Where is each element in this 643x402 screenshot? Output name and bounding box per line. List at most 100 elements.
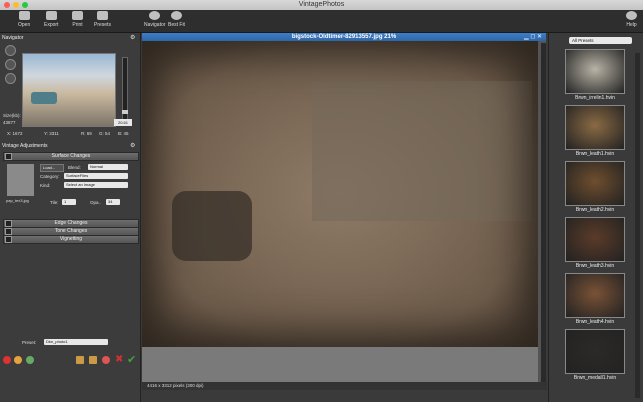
navigator-icon bbox=[149, 11, 161, 20]
zoom-slider[interactable] bbox=[122, 57, 128, 121]
left-panel: Navigator ⚙ 20.61 Size(kb): 43877 X: 167… bbox=[0, 33, 141, 402]
value-b: B: 45 bbox=[118, 131, 129, 136]
delete-preset-icon[interactable] bbox=[102, 356, 110, 364]
zoom-window-button[interactable] bbox=[22, 2, 28, 8]
rotate-left-icon[interactable] bbox=[5, 45, 16, 56]
category-select[interactable]: SurfaceFiles bbox=[64, 173, 128, 179]
preset-name: Brwn_irrelin1.hvin bbox=[575, 95, 615, 101]
surface-changes-header[interactable]: Surface Changes bbox=[3, 152, 139, 161]
close-window-button[interactable] bbox=[4, 2, 10, 8]
vignetting-label: Vignetting bbox=[59, 236, 83, 242]
preset-item[interactable]: Brwn_medall1.hvin bbox=[565, 329, 625, 381]
help-button[interactable]: Help bbox=[626, 11, 637, 28]
open-button[interactable]: Open bbox=[18, 11, 30, 28]
surface-changes-label: Surface Changes bbox=[51, 153, 91, 159]
preset-name: Brwn_leath3.hvin bbox=[575, 263, 615, 269]
image-canvas[interactable] bbox=[142, 41, 538, 390]
print-button[interactable]: Print bbox=[72, 11, 83, 28]
preset-thumbnail[interactable] bbox=[565, 273, 625, 318]
value-r: R: 69 bbox=[81, 131, 92, 136]
adjustments-options-icon[interactable]: ⚙ bbox=[130, 142, 135, 149]
document-title: bigstock-Oldtimer-82913557.jpg 21% bbox=[142, 33, 546, 41]
favorites-icon[interactable] bbox=[26, 356, 34, 364]
open-label: Open bbox=[18, 22, 31, 28]
navigator-label: Navigator bbox=[144, 22, 166, 28]
window-title: VintagePhotos bbox=[298, 1, 345, 8]
preset-item[interactable]: Brwn_leath3.hvin bbox=[565, 217, 625, 269]
edge-changes-checkbox[interactable] bbox=[5, 220, 12, 227]
tone-changes-checkbox[interactable] bbox=[5, 228, 12, 235]
surface-changes-checkbox[interactable] bbox=[5, 153, 12, 160]
preset-name: Brwn_leath2.hvin bbox=[575, 207, 615, 213]
help-label: Help bbox=[626, 22, 637, 28]
tile-input[interactable]: 1 bbox=[62, 199, 76, 205]
preset-filter-select[interactable]: All Presets bbox=[569, 37, 632, 44]
load-preset-icon[interactable] bbox=[89, 356, 97, 364]
coord-y: Y: 3311 bbox=[44, 131, 59, 136]
load-button[interactable]: Load... bbox=[40, 164, 64, 172]
preset-item[interactable]: Brwn_irrelin1.hvin bbox=[565, 49, 625, 101]
preset-name: Brwn_leath4.hvin bbox=[575, 319, 615, 325]
document-window: bigstock-Oldtimer-82913557.jpg 21% ▁ ◻ ✕ bbox=[142, 33, 546, 390]
presets-scrollbar[interactable] bbox=[635, 53, 640, 398]
navigator-button[interactable]: Navigator bbox=[144, 11, 165, 28]
vintage-photo[interactable] bbox=[142, 41, 538, 347]
best-fit-label: Best Fit bbox=[168, 22, 185, 28]
best-fit-button[interactable]: Best Fit bbox=[168, 11, 185, 28]
presets-button[interactable]: Presets bbox=[94, 11, 111, 28]
photo-vignette bbox=[142, 41, 538, 347]
preset-label: Preset: bbox=[22, 340, 37, 345]
navigator-options-icon[interactable]: ⚙ bbox=[130, 34, 135, 41]
zoom-slider-handle[interactable] bbox=[122, 110, 128, 114]
preset-thumbnail[interactable] bbox=[565, 217, 625, 262]
preset-thumbnail[interactable] bbox=[565, 329, 625, 374]
category-label: Category: bbox=[40, 174, 60, 179]
vintage-adjustments-title: Vintage Adjustments bbox=[2, 143, 48, 149]
print-icon bbox=[72, 11, 83, 20]
rotate-right-icon[interactable] bbox=[5, 59, 16, 70]
tone-changes-label: Tone Changes bbox=[54, 228, 88, 234]
blend-select[interactable]: Normal bbox=[88, 164, 128, 170]
preset-item[interactable]: Brwn_leath4.hvin bbox=[565, 273, 625, 325]
cancel-icon[interactable]: ✖ bbox=[115, 354, 123, 365]
navigator-thumbnail[interactable] bbox=[22, 53, 116, 127]
export-label: Export bbox=[44, 22, 59, 28]
coord-x: X: 1672 bbox=[7, 131, 23, 136]
blend-label: Blend: bbox=[68, 165, 81, 170]
reset-icon[interactable] bbox=[3, 356, 11, 364]
preset-thumbnail[interactable] bbox=[565, 105, 625, 150]
size-value: 43877 bbox=[3, 120, 16, 125]
toolbar: Open Export Print Presets Navigator Best… bbox=[0, 10, 643, 33]
tile-label: Tile: bbox=[50, 200, 59, 205]
best-fit-icon bbox=[170, 11, 182, 20]
random-icon[interactable] bbox=[14, 356, 22, 364]
navigator-title: Navigator bbox=[2, 35, 24, 41]
preset-select[interactable]: Dkn_photo1 bbox=[44, 339, 108, 345]
size-label: Size(kb): bbox=[3, 113, 21, 118]
presets-label: Presets bbox=[94, 22, 111, 28]
texture-filename: pap_tex3.jpg bbox=[6, 198, 29, 203]
save-preset-icon[interactable] bbox=[76, 356, 84, 364]
export-icon bbox=[45, 11, 57, 20]
preset-item[interactable]: Brwn_leath2.hvin bbox=[565, 161, 625, 213]
texture-thumbnail[interactable] bbox=[7, 164, 34, 196]
apply-icon[interactable]: ✔ bbox=[127, 353, 136, 366]
preset-thumbnail[interactable] bbox=[565, 49, 625, 94]
minimize-window-button[interactable] bbox=[13, 2, 19, 8]
preset-thumbnail[interactable] bbox=[565, 161, 625, 206]
presets-panel: All Presets Brwn_irrelin1.hvin Brwn_leath… bbox=[548, 33, 643, 402]
document-window-controls-icon[interactable]: ▁ ◻ ✕ bbox=[524, 33, 542, 40]
canvas-scrollbar[interactable] bbox=[541, 43, 546, 383]
zoom-value[interactable]: 20.61 bbox=[114, 119, 132, 126]
vignetting-checkbox[interactable] bbox=[5, 236, 12, 243]
vignetting-header[interactable]: Vignetting bbox=[3, 235, 139, 244]
kind-select[interactable]: Select an Image bbox=[64, 182, 128, 188]
preset-name: Brwn_medall1.hvin bbox=[573, 375, 617, 381]
export-button[interactable]: Export bbox=[44, 11, 58, 28]
preset-item[interactable]: Brwn_leath1.hvin bbox=[565, 105, 625, 157]
open-icon bbox=[18, 11, 30, 20]
thumbnail-car bbox=[31, 92, 57, 104]
opacity-input[interactable]: 34 bbox=[106, 199, 120, 205]
flip-icon[interactable] bbox=[5, 73, 16, 84]
opacity-label: Opa.. bbox=[90, 200, 102, 205]
